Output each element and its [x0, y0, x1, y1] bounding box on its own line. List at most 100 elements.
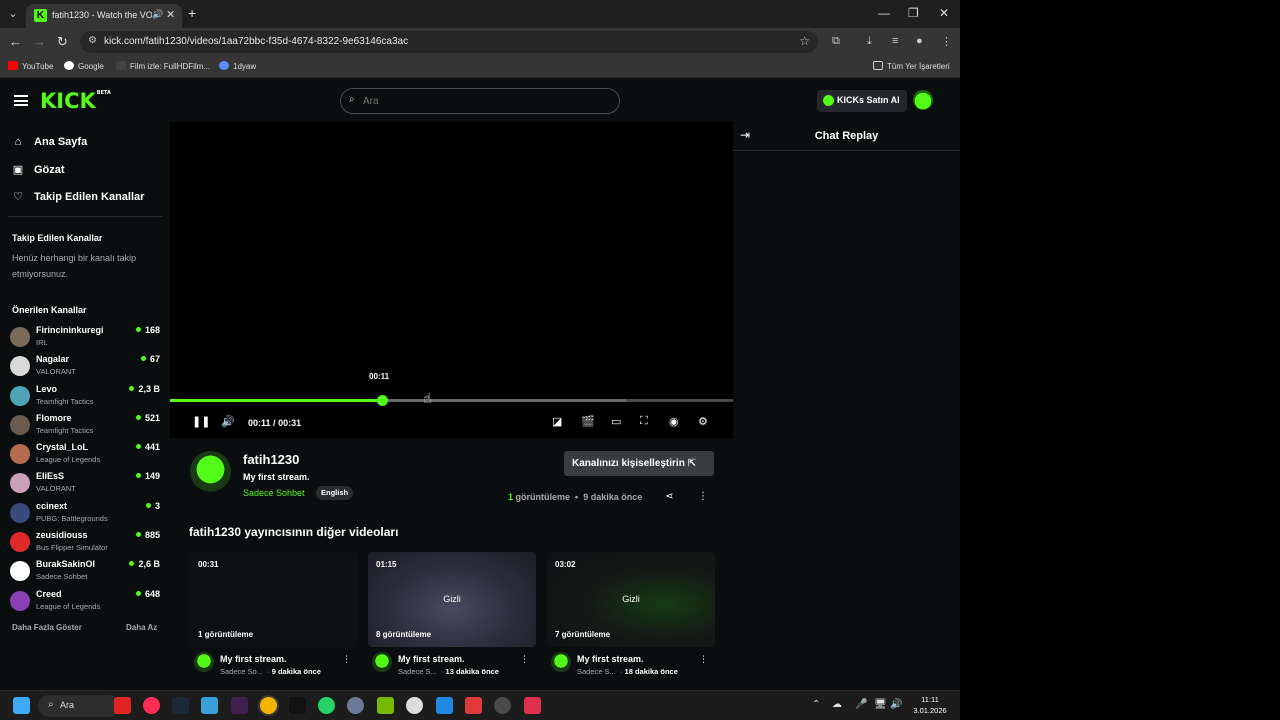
- tab-close-icon[interactable]: ✕: [166, 8, 175, 21]
- new-tab-icon[interactable]: +: [188, 5, 196, 21]
- video-thumbnail[interactable]: 01:15 Gizli 8 görüntüleme: [368, 552, 536, 647]
- video-card[interactable]: 00:31 1 görüntüleme My first stream. Sadece…: [190, 552, 358, 680]
- miniplayer-icon[interactable]: ◪: [552, 415, 562, 428]
- minimize-icon[interactable]: —: [878, 6, 890, 20]
- seek-bar[interactable]: [170, 395, 733, 406]
- app-red-icon[interactable]: [465, 697, 482, 714]
- reload-icon[interactable]: ↻: [57, 34, 68, 50]
- download-icon[interactable]: ⤓: [867, 35, 872, 48]
- bookmark-google[interactable]: Google: [64, 61, 104, 71]
- kick-logo[interactable]: KICKBETA: [40, 89, 111, 113]
- video-player[interactable]: 00:11 ☝ ❚❚ 🔊 00:11 / 00:31 ◪ 🎬 ▭ ⛶ ◉ ⚙: [170, 122, 733, 438]
- video-title[interactable]: My first stream.: [577, 654, 644, 664]
- site-info-icon[interactable]: ⚙: [88, 35, 97, 46]
- steam-icon[interactable]: [172, 697, 189, 714]
- show-less-link[interactable]: Daha Az: [126, 623, 157, 632]
- speaker-icon[interactable]: 🔊: [890, 699, 902, 710]
- valorant-icon[interactable]: [524, 697, 541, 714]
- seek-handle[interactable]: [377, 395, 389, 406]
- fullscreen-icon[interactable]: ⛶: [640, 415, 648, 428]
- channel-item[interactable]: Nagalar VALORANT 67: [10, 354, 160, 383]
- extensions-icon[interactable]: ⧉: [832, 35, 840, 48]
- user-avatar[interactable]: [913, 90, 933, 110]
- tray-chevron-icon[interactable]: ⌃: [812, 699, 820, 710]
- notification-app-icon[interactable]: [494, 697, 511, 714]
- settings-app-icon[interactable]: [347, 697, 364, 714]
- taskbar-search[interactable]: ⌕ Ara: [38, 695, 120, 717]
- media-app-icon[interactable]: [143, 697, 160, 714]
- bookmark-1dyaw[interactable]: 1dyaw: [219, 61, 256, 71]
- calculator-icon[interactable]: [436, 697, 453, 714]
- nvidia-icon[interactable]: [377, 697, 394, 714]
- volume-icon[interactable]: 🔊: [221, 415, 235, 428]
- bookmark-youtube[interactable]: YouTube: [8, 61, 53, 71]
- back-icon[interactable]: ←: [9, 34, 22, 49]
- video-thumbnail[interactable]: 03:02 Gizli 7 görüntüleme: [547, 552, 715, 647]
- whatsapp-icon[interactable]: [318, 697, 335, 714]
- hamburger-menu-icon[interactable]: [14, 95, 28, 106]
- network-icon[interactable]: 🖥: [874, 699, 887, 710]
- tab-search-icon[interactable]: ⌄: [4, 5, 22, 23]
- buy-kicks-button[interactable]: KICKs Satın Al: [817, 90, 907, 112]
- settings-gear-icon[interactable]: ⚙: [698, 415, 708, 428]
- address-bar[interactable]: ⚙ kick.com/fatih1230/videos/1aa72bbc-f35…: [80, 31, 818, 53]
- folder-app-icon[interactable]: [201, 697, 218, 714]
- bookmark-star-icon[interactable]: ☆: [799, 34, 810, 48]
- more-options-icon[interactable]: ⋮: [698, 491, 708, 502]
- taskbar-clock[interactable]: 11:11 3.01.2026: [906, 694, 954, 716]
- chrome-icon[interactable]: [260, 697, 277, 714]
- channel-item[interactable]: Flomore Teamfight Tactics 521: [10, 413, 160, 442]
- video-channel-avatar[interactable]: [194, 652, 214, 672]
- microphone-icon[interactable]: 🎤: [855, 699, 867, 710]
- windows-start-icon[interactable]: [13, 697, 30, 714]
- video-more-icon[interactable]: ⋮: [699, 654, 708, 665]
- channel-item[interactable]: zeusidiouss Bus Flipper Simulator 885: [10, 530, 160, 559]
- channel-item[interactable]: ccinext PUBG: Battlegrounds 3: [10, 501, 160, 530]
- channel-item[interactable]: EliEsS VALORANT 149: [10, 471, 160, 500]
- share-icon[interactable]: ⋖: [665, 491, 673, 502]
- window-close-icon[interactable]: ✕: [939, 6, 949, 20]
- theater-mode-icon[interactable]: ▭: [611, 415, 621, 428]
- search-input[interactable]: [363, 93, 603, 109]
- channel-item[interactable]: Firincininkuregi IRL 168: [10, 325, 160, 354]
- video-more-icon[interactable]: ⋮: [520, 654, 529, 665]
- channel-avatar[interactable]: [190, 451, 231, 492]
- video-more-icon[interactable]: ⋮: [342, 654, 351, 665]
- url-text[interactable]: kick.com/fatih1230/videos/1aa72bbc-f35d-…: [104, 36, 408, 47]
- channel-item[interactable]: Creed League of Legends 648: [10, 589, 160, 618]
- all-bookmarks[interactable]: Tüm Yer İşaretleri: [873, 61, 950, 71]
- video-channel-avatar[interactable]: [551, 652, 571, 672]
- channel-name[interactable]: fatih1230: [243, 452, 299, 467]
- app-icon[interactable]: [231, 697, 248, 714]
- tab-audio-icon[interactable]: 🔊: [152, 9, 163, 20]
- customize-channel-button[interactable]: Kanalınızı kişiselleştirin ⇱: [564, 451, 714, 476]
- browser-tab[interactable]: K fatih1230 - Watch the VOD 🔊 ✕: [26, 4, 182, 28]
- menu-icon[interactable]: ⋮: [941, 35, 952, 48]
- channel-item[interactable]: BurakSakinOl Sadece Sohbet 2,6 B: [10, 559, 160, 588]
- nav-browse[interactable]: ▣ Gözat: [12, 163, 65, 176]
- pause-icon[interactable]: ❚❚: [192, 415, 210, 428]
- video-title[interactable]: My first stream.: [220, 654, 287, 664]
- show-more-link[interactable]: Daha Fazla Göster: [12, 623, 82, 632]
- forward-icon[interactable]: →: [33, 34, 46, 49]
- video-card[interactable]: 01:15 Gizli 8 görüntüleme My first stream. S…: [368, 552, 536, 680]
- chatgpt-icon[interactable]: [406, 697, 423, 714]
- nav-home[interactable]: ⌂ Ana Sayfa: [12, 136, 88, 148]
- video-title[interactable]: My first stream.: [398, 654, 465, 664]
- maximize-icon[interactable]: ❐: [908, 6, 919, 20]
- video-channel-avatar[interactable]: [372, 652, 392, 672]
- appletv-icon[interactable]: [289, 697, 306, 714]
- nav-following[interactable]: ♡ Takip Edilen Kanallar: [12, 190, 144, 203]
- youtube-app-icon[interactable]: [114, 697, 131, 714]
- video-card[interactable]: 03:02 Gizli 7 görüntüleme My first stream. S…: [547, 552, 715, 680]
- search-box[interactable]: ⌕: [340, 88, 620, 114]
- bookmark-film[interactable]: Film izle: FullHDFilm...: [116, 61, 210, 71]
- media-control-icon[interactable]: ≡: [892, 35, 898, 47]
- profile-icon[interactable]: ●: [916, 35, 923, 47]
- clip-icon[interactable]: 🎬: [581, 415, 595, 428]
- channel-item[interactable]: Crystal_LoL League of Legends 441: [10, 442, 160, 471]
- channel-item[interactable]: Levo Teamfight Tactics 2,3 B: [10, 384, 160, 413]
- video-thumbnail[interactable]: 00:31 1 görüntüleme: [190, 552, 358, 647]
- language-badge[interactable]: English: [316, 486, 354, 500]
- stream-category[interactable]: Sadece Sohbet: [243, 488, 305, 498]
